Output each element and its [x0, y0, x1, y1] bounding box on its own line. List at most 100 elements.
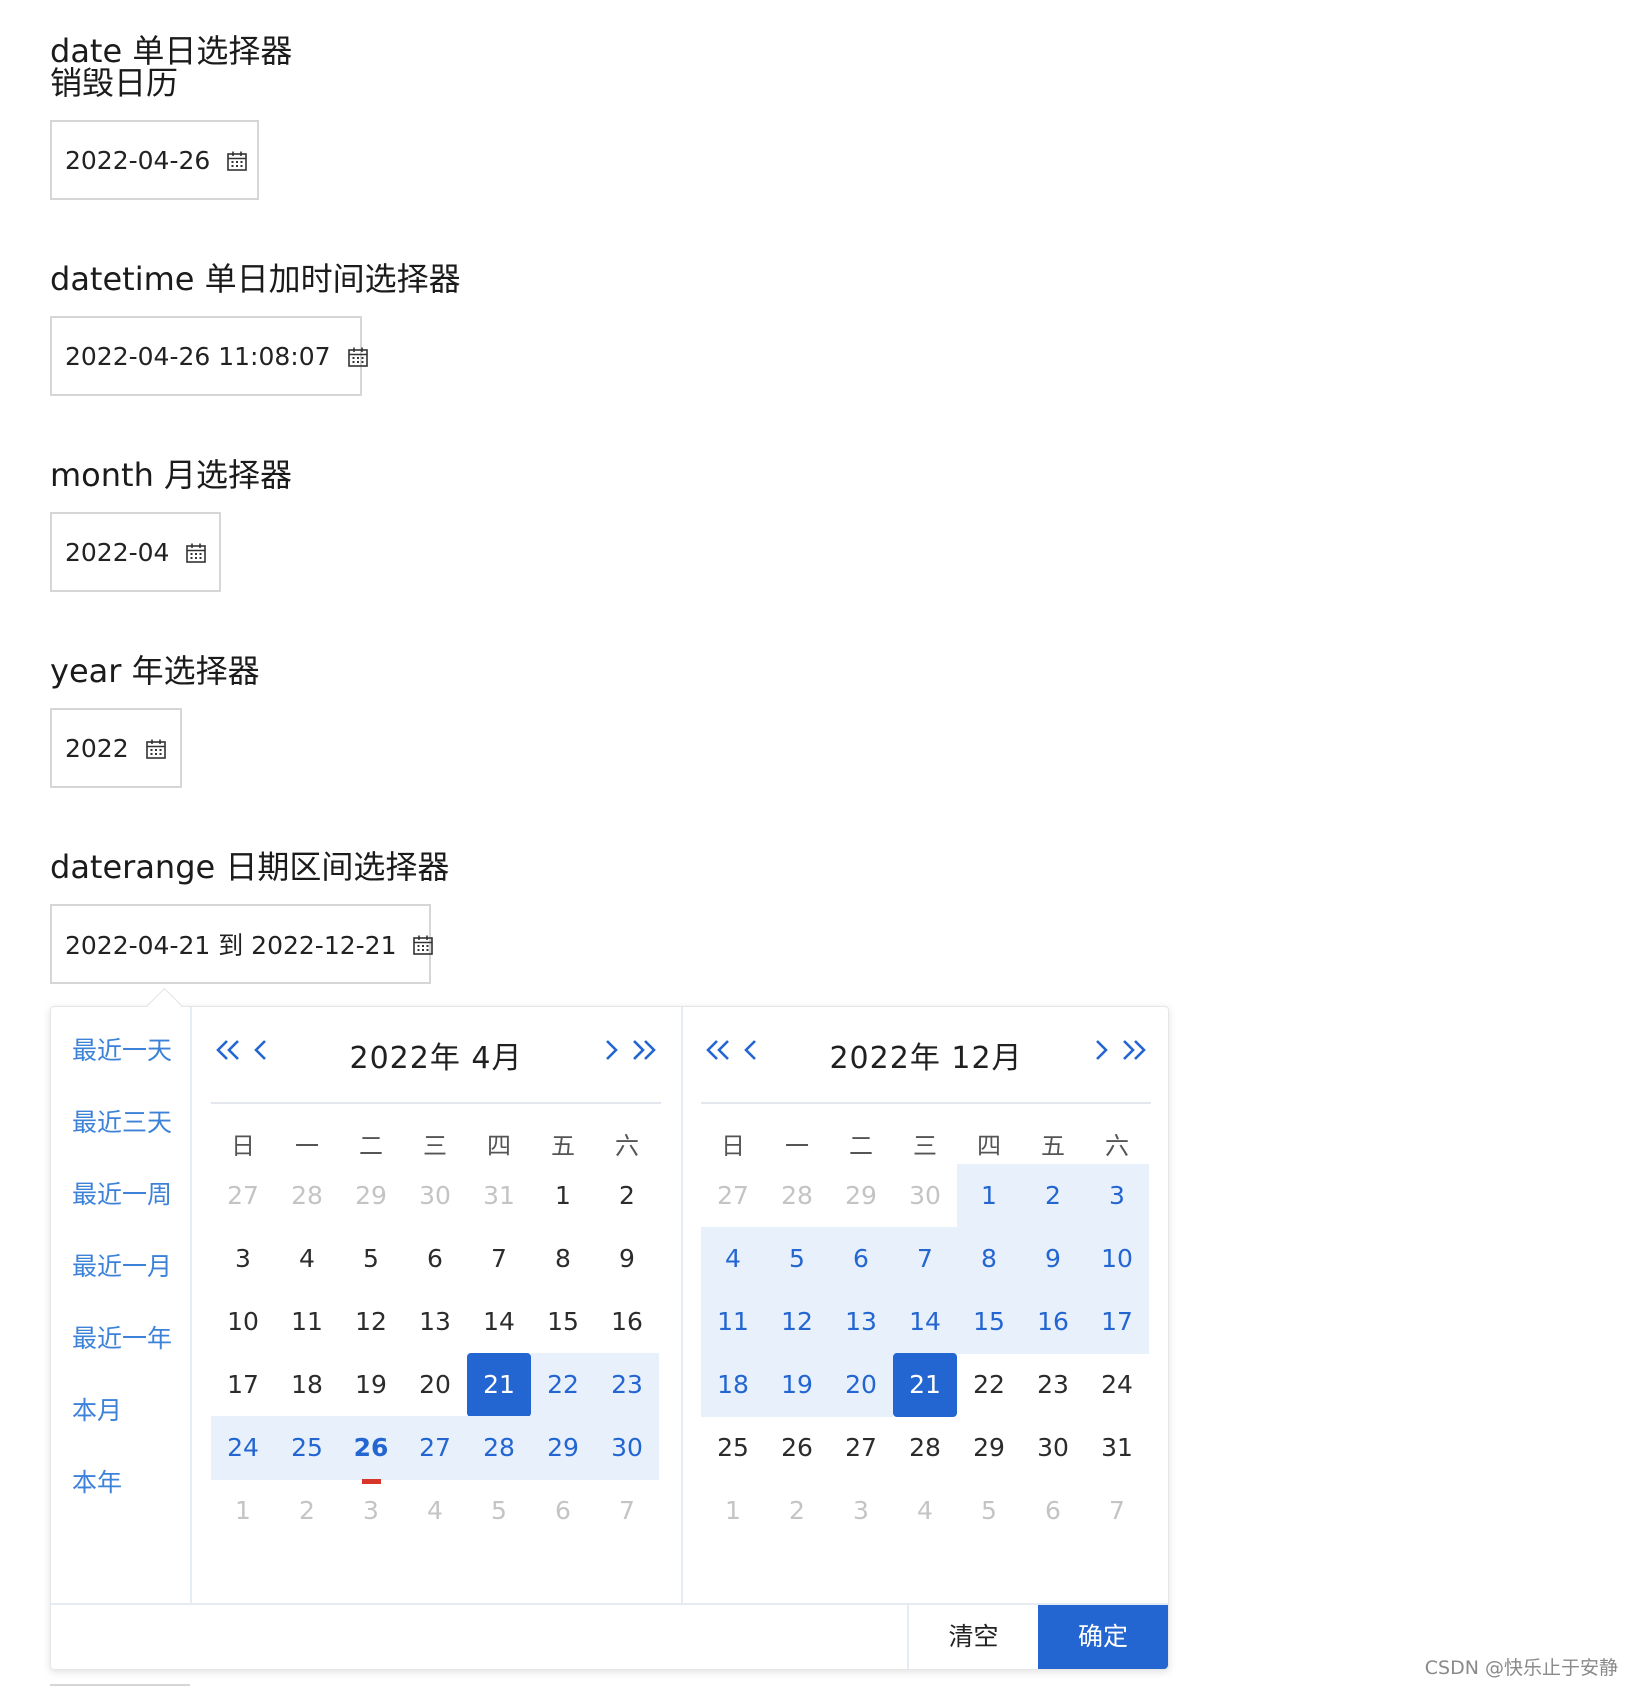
day-cell-right[interactable]: 7 [1085, 1479, 1149, 1543]
day-cell-right[interactable]: 3 [1085, 1164, 1149, 1228]
day-cell-left[interactable]: 6 [403, 1227, 467, 1291]
clear-button[interactable]: 清空 [907, 1605, 1038, 1669]
day-cell-right[interactable]: 6 [1021, 1479, 1085, 1543]
day-cell-left[interactable]: 11 [275, 1290, 339, 1354]
day-cell-right[interactable]: 4 [893, 1479, 957, 1543]
day-cell-right[interactable]: 4 [701, 1227, 765, 1291]
double-chevron-right-icon[interactable] [627, 1033, 661, 1067]
day-cell-right[interactable]: 8 [957, 1227, 1021, 1291]
day-cell-left[interactable]: 12 [339, 1290, 403, 1354]
shortcut-last-week[interactable]: 最近一周 [72, 1175, 172, 1211]
day-cell-left[interactable]: 7 [467, 1227, 531, 1291]
day-cell-left[interactable]: 26 [339, 1416, 403, 1484]
day-cell-left[interactable]: 4 [403, 1479, 467, 1543]
day-cell-right[interactable]: 14 [893, 1290, 957, 1354]
day-cell-right[interactable]: 9 [1021, 1227, 1085, 1291]
day-cell-left[interactable]: 27 [403, 1416, 467, 1480]
day-cell-left[interactable]: 5 [339, 1227, 403, 1291]
day-cell-right[interactable]: 20 [829, 1353, 893, 1417]
day-cell-right[interactable]: 5 [957, 1479, 1021, 1543]
datetime-input[interactable]: 2022-04-26 11:08:07 [50, 316, 368, 396]
day-cell-left[interactable]: 3 [339, 1479, 403, 1543]
day-cell-left[interactable]: 23 [595, 1353, 659, 1417]
day-cell-right[interactable]: 1 [701, 1479, 765, 1543]
day-cell-right[interactable]: 30 [893, 1164, 957, 1228]
day-cell-right[interactable]: 23 [1021, 1353, 1085, 1417]
day-cell-right[interactable]: 11 [701, 1290, 765, 1354]
day-cell-left[interactable]: 30 [595, 1416, 659, 1480]
day-cell-right[interactable]: 25 [701, 1416, 765, 1480]
day-cell-right[interactable]: 18 [701, 1353, 765, 1417]
year-input[interactable]: 2022 [50, 708, 182, 788]
shortcut-last-year[interactable]: 最近一年 [72, 1319, 172, 1355]
day-cell-right[interactable]: 27 [829, 1416, 893, 1480]
day-cell-left[interactable]: 3 [211, 1227, 275, 1291]
day-cell-left[interactable]: 24 [211, 1416, 275, 1480]
day-cell-left[interactable]: 7 [595, 1479, 659, 1543]
day-cell-right[interactable]: 5 [765, 1227, 829, 1291]
day-cell-right[interactable]: 3 [829, 1479, 893, 1543]
day-cell-right[interactable]: 6 [829, 1227, 893, 1291]
day-cell-left[interactable]: 17 [211, 1353, 275, 1417]
day-cell-right[interactable]: 16 [1021, 1290, 1085, 1354]
day-cell-left[interactable]: 20 [403, 1353, 467, 1417]
day-cell-left[interactable]: 16 [595, 1290, 659, 1354]
day-cell-left[interactable]: 14 [467, 1290, 531, 1354]
shortcut-last-month[interactable]: 最近一月 [72, 1247, 172, 1283]
shortcut-last-three-days[interactable]: 最近三天 [72, 1103, 172, 1139]
day-cell-right[interactable]: 21 [893, 1353, 957, 1417]
shortcut-this-month[interactable]: 本月 [72, 1391, 122, 1427]
day-cell-right[interactable]: 2 [765, 1479, 829, 1543]
day-cell-right[interactable]: 2 [1021, 1164, 1085, 1228]
day-cell-right[interactable]: 31 [1085, 1416, 1149, 1480]
day-cell-right[interactable]: 30 [1021, 1416, 1085, 1480]
day-cell-right[interactable]: 26 [765, 1416, 829, 1480]
day-cell-right[interactable]: 22 [957, 1353, 1021, 1417]
day-cell-left[interactable]: 21 [467, 1353, 531, 1417]
day-cell-right[interactable]: 15 [957, 1290, 1021, 1354]
date-input[interactable]: 2022-04-26 [50, 120, 259, 200]
day-cell-left[interactable]: 15 [531, 1290, 595, 1354]
chevron-right-icon[interactable] [1083, 1033, 1117, 1067]
day-cell-left[interactable]: 29 [531, 1416, 595, 1480]
day-cell-left[interactable]: 31 [467, 1164, 531, 1228]
day-cell-right[interactable]: 24 [1085, 1353, 1149, 1417]
day-cell-right[interactable]: 7 [893, 1227, 957, 1291]
day-cell-right[interactable]: 28 [765, 1164, 829, 1228]
day-cell-left[interactable]: 1 [211, 1479, 275, 1543]
day-cell-left[interactable]: 13 [403, 1290, 467, 1354]
day-cell-left[interactable]: 2 [275, 1479, 339, 1543]
day-cell-left[interactable]: 18 [275, 1353, 339, 1417]
day-cell-left[interactable]: 28 [275, 1164, 339, 1228]
day-cell-right[interactable]: 28 [893, 1416, 957, 1480]
month-input[interactable]: 2022-04 [50, 512, 221, 592]
day-cell-left[interactable]: 29 [339, 1164, 403, 1228]
day-cell-left[interactable]: 25 [275, 1416, 339, 1480]
day-cell-right[interactable]: 13 [829, 1290, 893, 1354]
day-cell-left[interactable]: 10 [211, 1290, 275, 1354]
day-cell-right[interactable]: 27 [701, 1164, 765, 1228]
day-cell-right[interactable]: 29 [829, 1164, 893, 1228]
day-cell-right[interactable]: 19 [765, 1353, 829, 1417]
shortcut-this-year[interactable]: 本年 [72, 1463, 122, 1499]
day-cell-right[interactable]: 10 [1085, 1227, 1149, 1291]
day-cell-left[interactable]: 9 [595, 1227, 659, 1291]
day-cell-left[interactable]: 28 [467, 1416, 531, 1480]
day-cell-left[interactable]: 27 [211, 1164, 275, 1228]
day-cell-left[interactable]: 6 [531, 1479, 595, 1543]
day-cell-right[interactable]: 29 [957, 1416, 1021, 1480]
day-cell-left[interactable]: 1 [531, 1164, 595, 1228]
day-cell-left[interactable]: 22 [531, 1353, 595, 1417]
day-cell-left[interactable]: 19 [339, 1353, 403, 1417]
chevron-right-icon[interactable] [593, 1033, 627, 1067]
shortcut-last-day[interactable]: 最近一天 [72, 1031, 172, 1067]
day-cell-right[interactable]: 1 [957, 1164, 1021, 1228]
day-cell-right[interactable]: 17 [1085, 1290, 1149, 1354]
day-cell-right[interactable]: 12 [765, 1290, 829, 1354]
day-cell-left[interactable]: 5 [467, 1479, 531, 1543]
daterange-input[interactable]: 2022-04-21 到 2022-12-21 [50, 904, 434, 984]
confirm-button[interactable]: 确定 [1038, 1605, 1168, 1669]
day-cell-left[interactable]: 8 [531, 1227, 595, 1291]
day-cell-left[interactable]: 4 [275, 1227, 339, 1291]
day-cell-left[interactable]: 30 [403, 1164, 467, 1228]
